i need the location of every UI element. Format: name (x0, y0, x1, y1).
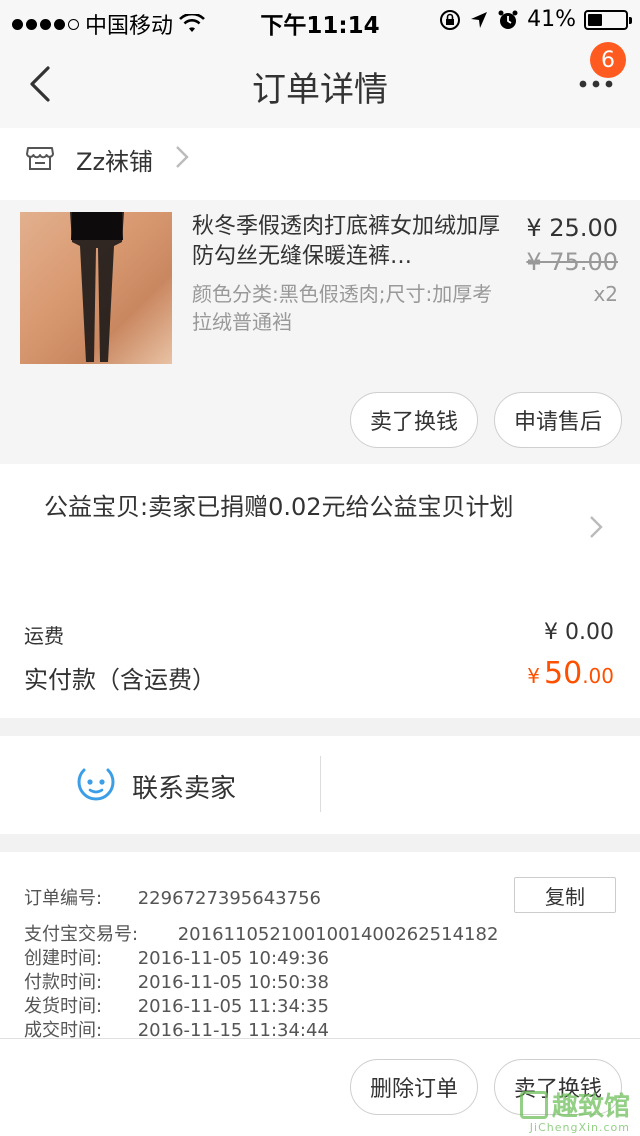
location-icon (471, 11, 488, 28)
shipping-label: 运费 (24, 624, 64, 648)
alipay-trade-value: 2016110521001001400262514182 (177, 924, 499, 945)
shipped-time-label: 发货时间: (24, 996, 103, 1017)
watermark-logo: 趣致馆 JiChengXin.com (520, 1084, 636, 1134)
message-badge[interactable]: 6 (590, 42, 626, 78)
after-sale-button[interactable]: 申请售后 (494, 392, 622, 448)
order-number-label: 订单编号: (24, 888, 103, 909)
copy-button[interactable]: 复制 (514, 877, 616, 913)
product-image-figure (70, 212, 124, 362)
currency-symbol: ¥ (527, 664, 540, 688)
shop-icon (26, 147, 54, 170)
watermark-sub: JiChengXin.com (529, 1121, 630, 1134)
divider (320, 756, 321, 812)
paid-time-label: 付款时间: (24, 972, 103, 993)
total-decimal: .00 (582, 664, 614, 688)
charity-row[interactable]: 公益宝贝:卖家已捐赠0.02元给公益宝贝计划 (0, 464, 640, 600)
order-number-value: 2296727395643756 (137, 888, 321, 909)
chat-face-icon[interactable] (76, 764, 116, 804)
fee-summary: 运费 ¥ 0.00 实付款（含运费） ¥ 50 .00 (0, 600, 640, 718)
paid-time-value: 2016-11-05 10:50:38 (137, 972, 329, 993)
contact-bar: 联系卖家 (0, 736, 640, 834)
created-time-row: 创建时间: 2016-11-05 10:49:36 (24, 944, 329, 970)
chevron-right-icon (176, 146, 189, 168)
product-card[interactable]: 秋冬季假透肉打底裤女加绒加厚防勾丝无缝保暖连裤… 颜色分类:黑色假透肉;尺寸:加… (0, 200, 640, 464)
charity-text: 公益宝贝:卖家已捐赠0.02元给公益宝贝计划 (44, 493, 514, 521)
product-price: ¥ 25.00 (526, 214, 618, 242)
product-image[interactable] (20, 212, 172, 364)
order-info: 订单编号: 2296727395643756 复制 支付宝交易号: 201611… (0, 852, 640, 1041)
shipped-time-row: 发货时间: 2016-11-05 11:34:35 (24, 992, 329, 1018)
shop-row[interactable]: Zz袜铺 (0, 128, 640, 200)
delete-order-button[interactable]: 删除订单 (350, 1059, 478, 1115)
alarm-icon (498, 10, 518, 29)
shipped-time-value: 2016-11-05 11:34:35 (137, 996, 329, 1017)
total-label: 实付款（含运费） (24, 666, 216, 694)
created-time-value: 2016-11-05 10:49:36 (137, 948, 329, 969)
order-number-row: 订单编号: 2296727395643756 (24, 884, 321, 910)
status-right: 41% (439, 7, 632, 32)
contact-seller-button[interactable]: 联系卖家 (132, 768, 236, 805)
watermark-main-text: 趣致馆 (552, 1092, 631, 1122)
paid-time-row: 付款时间: 2016-11-05 10:50:38 (24, 968, 329, 994)
shipping-value: ¥ 0.00 (544, 620, 614, 645)
status-bar: 中国移动 下午11:14 41% (0, 0, 640, 40)
total-amount: ¥ 50 .00 (527, 656, 614, 691)
shop-name: Zz袜铺 (76, 148, 154, 176)
created-time-label: 创建时间: (24, 948, 103, 969)
product-original-price: ¥ 75.00 (526, 248, 618, 276)
nav-bar: 订单详情 6 (0, 40, 640, 128)
page-title: 订单详情 (252, 70, 388, 110)
product-quantity: x2 (593, 282, 618, 306)
product-title[interactable]: 秋冬季假透肉打底裤女加绒加厚防勾丝无缝保暖连裤… (192, 212, 502, 272)
total-integer: 50 (544, 656, 583, 691)
alipay-trade-row: 支付宝交易号: 2016110521001001400262514182 (24, 920, 498, 946)
alipay-trade-label: 支付宝交易号: (24, 924, 139, 945)
battery-percent: 41% (527, 7, 576, 32)
watermark-main: 趣致馆 (520, 1086, 630, 1123)
product-spec: 颜色分类:黑色假透肉;尺寸:加厚考拉绒普通裆 (192, 282, 493, 334)
battery-icon (584, 9, 632, 30)
chevron-right-icon (590, 516, 603, 538)
bottom-action-bar: 删除订单 卖了换钱 趣致馆 JiChengXin.com (0, 1038, 640, 1136)
watermark-box-icon (520, 1090, 548, 1119)
sell-for-cash-button[interactable]: 卖了换钱 (350, 392, 478, 448)
orientation-lock-icon (440, 9, 461, 30)
